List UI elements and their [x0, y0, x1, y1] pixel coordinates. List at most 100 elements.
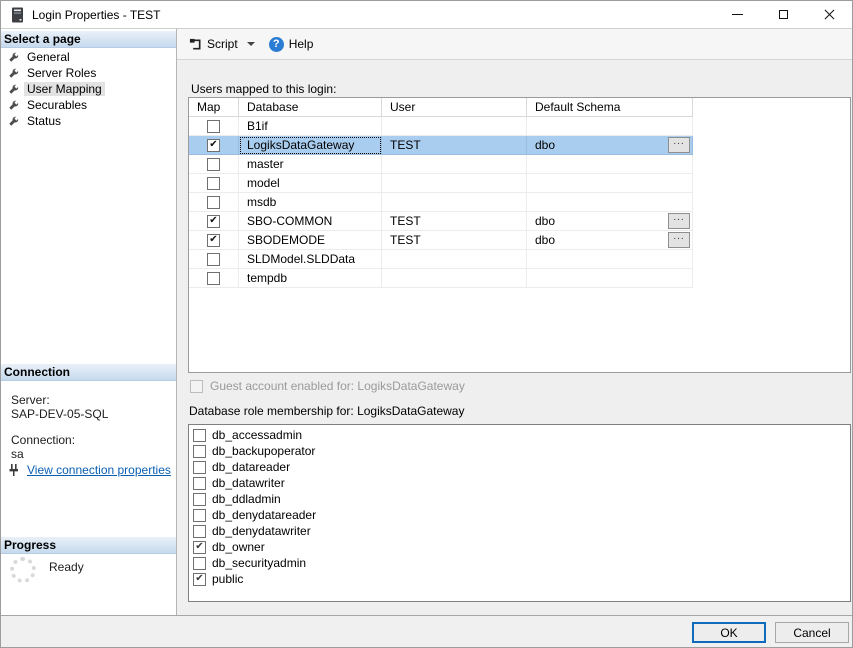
database-cell[interactable]: B1if [239, 117, 382, 136]
role-checkbox[interactable] [193, 509, 206, 522]
script-button[interactable]: Script [184, 34, 260, 54]
role-item-public[interactable]: public [189, 571, 850, 587]
user-cell[interactable]: TEST [382, 212, 527, 231]
user-cell[interactable]: TEST [382, 136, 527, 155]
role-item-db_backupoperator[interactable]: db_backupoperator [189, 443, 850, 459]
table-row-logiksdatagateway[interactable]: LogiksDataGatewayTESTdbo [189, 136, 693, 155]
default-schema-cell[interactable]: dbo [527, 231, 693, 250]
default-schema-cell[interactable] [527, 117, 693, 136]
table-row-sbo-common[interactable]: SBO-COMMONTESTdbo [189, 212, 693, 231]
close-button[interactable] [806, 1, 852, 28]
role-item-db_owner[interactable]: db_owner [189, 539, 850, 555]
ok-button[interactable]: OK [692, 622, 766, 643]
role-item-db_datareader[interactable]: db_datareader [189, 459, 850, 475]
role-checkbox[interactable] [193, 477, 206, 490]
default-schema-cell[interactable] [527, 269, 693, 288]
default-schema-cell[interactable] [527, 155, 693, 174]
role-checkbox[interactable] [193, 493, 206, 506]
sidebar-item-securables[interactable]: Securables [1, 97, 176, 113]
role-item-db_denydatareader[interactable]: db_denydatareader [189, 507, 850, 523]
role-item-db_accessadmin[interactable]: db_accessadmin [189, 427, 850, 443]
window-controls [714, 1, 852, 28]
user-cell[interactable] [382, 250, 527, 269]
table-row-tempdb[interactable]: tempdb [189, 269, 693, 288]
map-cell [189, 174, 239, 193]
database-cell[interactable]: SBODEMODE [239, 231, 382, 250]
database-roles-listbox[interactable]: db_accessadmindb_backupoperator db_datare… [188, 424, 851, 602]
help-button[interactable]: Help [264, 34, 319, 55]
role-item-db_securityadmin[interactable]: db_securityadmin [189, 555, 850, 571]
database-cell[interactable]: tempdb [239, 269, 382, 288]
table-row-master[interactable]: master [189, 155, 693, 174]
map-cell [189, 193, 239, 212]
default-schema-cell[interactable]: dbo [527, 212, 693, 231]
user-cell[interactable]: TEST [382, 231, 527, 250]
default-schema-cell[interactable]: dbo [527, 136, 693, 155]
map-cell [189, 269, 239, 288]
map-checkbox[interactable] [207, 139, 220, 152]
map-checkbox[interactable] [207, 196, 220, 209]
wrench-icon [8, 100, 19, 111]
database-cell[interactable]: master [239, 155, 382, 174]
map-checkbox[interactable] [207, 158, 220, 171]
maximize-button[interactable] [760, 1, 806, 28]
user-mapping-grid[interactable]: MapDatabaseUserDefault Schema B1ifLogiks… [188, 97, 851, 373]
table-row-b1if[interactable]: B1if [189, 117, 693, 136]
role-name: db_denydatareader [212, 508, 316, 522]
role-checkbox[interactable] [193, 573, 206, 586]
users-mapped-label: Users mapped to this login: [191, 82, 336, 96]
table-row-msdb[interactable]: msdb [189, 193, 693, 212]
database-cell[interactable]: LogiksDataGateway [239, 136, 382, 155]
database-cell[interactable]: msdb [239, 193, 382, 212]
sidebar-item-user-mapping[interactable]: User Mapping [1, 81, 176, 97]
cancel-button[interactable]: Cancel [775, 622, 849, 643]
minimize-button[interactable] [714, 1, 760, 28]
map-cell [189, 155, 239, 174]
role-checkbox[interactable] [193, 525, 206, 538]
table-row-sbodemode[interactable]: SBODEMODETESTdbo [189, 231, 693, 250]
sidebar-item-server-roles[interactable]: Server Roles [1, 65, 176, 81]
role-name: db_backupoperator [212, 444, 315, 458]
map-cell [189, 117, 239, 136]
chevron-down-icon[interactable] [247, 42, 255, 46]
browse-schema-button[interactable] [668, 213, 690, 229]
database-cell[interactable]: SLDModel.SLDData [239, 250, 382, 269]
map-checkbox[interactable] [207, 120, 220, 133]
role-checkbox[interactable] [193, 541, 206, 554]
role-checkbox[interactable] [193, 445, 206, 458]
user-cell[interactable] [382, 269, 527, 288]
view-connection-properties-link[interactable]: View connection properties [8, 463, 171, 477]
map-checkbox[interactable] [207, 234, 220, 247]
database-cell[interactable]: SBO-COMMON [239, 212, 382, 231]
login-properties-window: Login Properties - TEST Select a page Ge… [0, 0, 853, 648]
browse-schema-button[interactable] [668, 137, 690, 153]
role-item-db_datawriter[interactable]: db_datawriter [189, 475, 850, 491]
sidebar-item-status[interactable]: Status [1, 113, 176, 129]
role-checkbox[interactable] [193, 461, 206, 474]
role-item-db_denydatawriter[interactable]: db_denydatawriter [189, 523, 850, 539]
wrench-icon [8, 84, 19, 95]
guest-account-checkbox [190, 380, 203, 393]
role-item-db_ddladmin[interactable]: db_ddladmin [189, 491, 850, 507]
map-checkbox[interactable] [207, 253, 220, 266]
role-checkbox[interactable] [193, 557, 206, 570]
user-cell[interactable] [382, 174, 527, 193]
user-cell[interactable] [382, 117, 527, 136]
sidebar-item-general[interactable]: General [1, 49, 176, 65]
map-checkbox[interactable] [207, 272, 220, 285]
user-cell[interactable] [382, 193, 527, 212]
connection-properties-icon [8, 464, 22, 476]
browse-schema-button[interactable] [668, 232, 690, 248]
database-cell[interactable]: model [239, 174, 382, 193]
default-schema-cell[interactable] [527, 250, 693, 269]
user-cell[interactable] [382, 155, 527, 174]
table-row-model[interactable]: model [189, 174, 693, 193]
default-schema-cell[interactable] [527, 174, 693, 193]
role-checkbox[interactable] [193, 429, 206, 442]
column-header-database: Database [239, 98, 382, 117]
map-checkbox[interactable] [207, 215, 220, 228]
map-checkbox[interactable] [207, 177, 220, 190]
role-name: db_datareader [212, 460, 290, 474]
default-schema-cell[interactable] [527, 193, 693, 212]
table-row-sldmodel.slddata[interactable]: SLDModel.SLDData [189, 250, 693, 269]
